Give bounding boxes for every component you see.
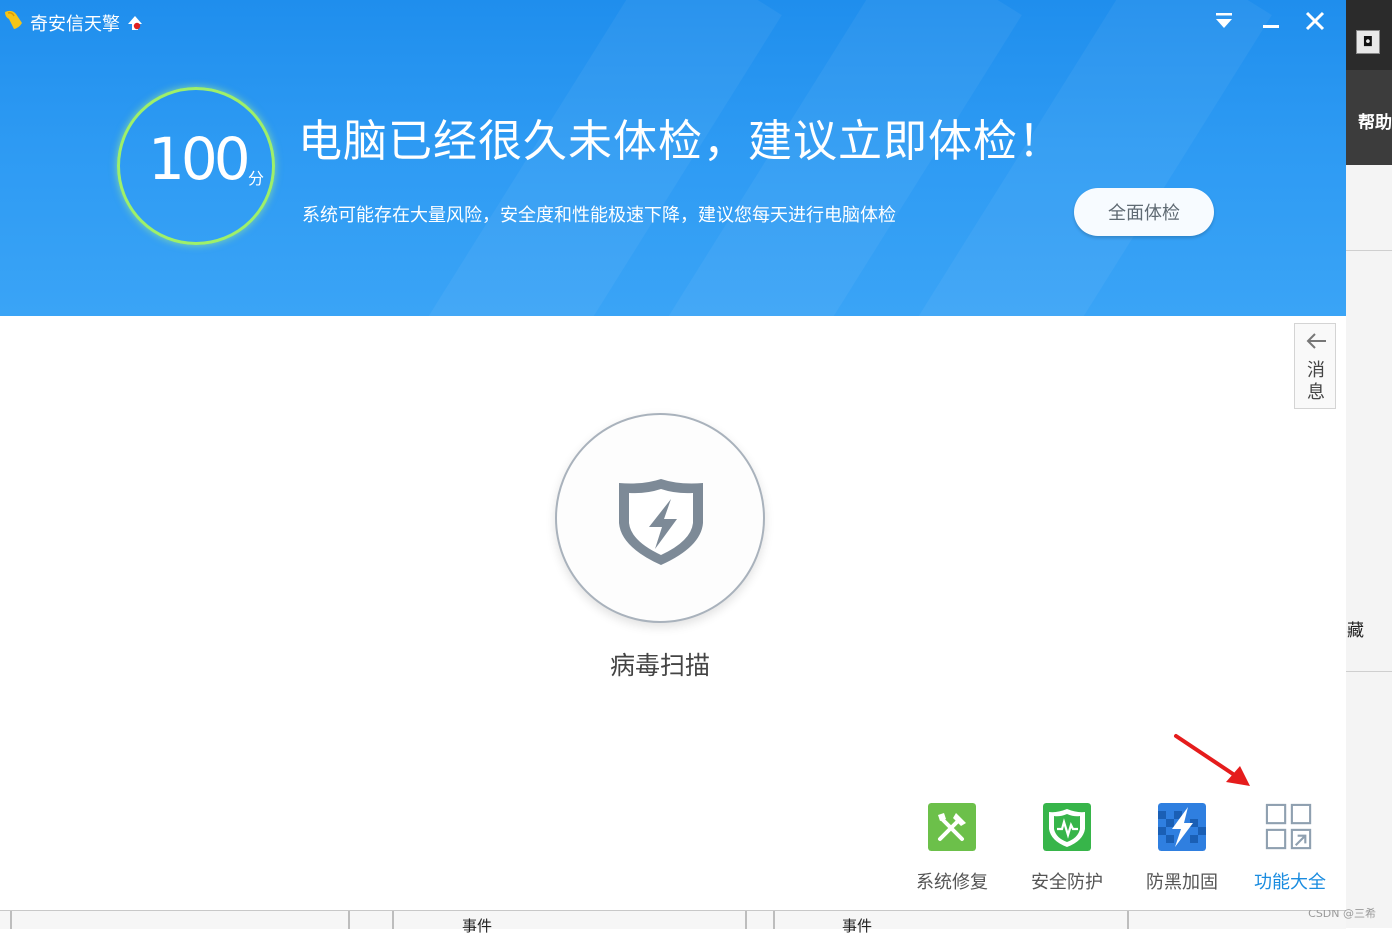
system-repair-label: 系统修复: [916, 872, 988, 893]
upgrade-icon[interactable]: [127, 15, 143, 31]
tools-icon: [928, 803, 976, 851]
background-panel: [1346, 250, 1392, 672]
shield-lightning-icon: [619, 479, 703, 565]
anti-hack-hardening-label: 防黑加固: [1146, 872, 1218, 893]
column-header[interactable]: 事件: [462, 915, 492, 936]
score-unit: 分: [248, 169, 265, 188]
header-banner: 奇安信天擎 100 分 电脑已经很久未体检，建议立即体检！ 系统可能存在大量风险…: [0, 0, 1346, 316]
column-header[interactable]: 事件: [842, 915, 872, 936]
grid-icon: [1265, 803, 1312, 850]
security-protection-button[interactable]: 安全防护: [1012, 803, 1122, 895]
column-divider: [1127, 911, 1129, 929]
close-icon: [1305, 11, 1325, 31]
column-divider: [745, 911, 747, 929]
app-logo-icon: [5, 10, 22, 29]
main-window: 奇安信天擎 100 分 电脑已经很久未体检，建议立即体检！ 系统可能存在大量风险…: [0, 0, 1346, 910]
security-protection-label: 安全防护: [1031, 872, 1103, 893]
message-tab[interactable]: 消息: [1294, 323, 1336, 409]
system-repair-button[interactable]: 系统修复: [897, 803, 1007, 895]
background-titlebar: ◘: [1346, 0, 1392, 70]
annotation-arrow-icon: [1174, 734, 1250, 786]
all-features-label: 功能大全: [1254, 872, 1326, 893]
status-subline: 系统可能存在大量风险，安全度和性能极速下降，建议您每天进行电脑体检: [302, 205, 896, 226]
arrow-left-icon: [1306, 333, 1326, 349]
all-features-button[interactable]: 功能大全: [1235, 803, 1345, 895]
status-headline: 电脑已经很久未体检，建议立即体检！: [298, 116, 1063, 167]
full-checkup-button[interactable]: 全面体检: [1074, 188, 1214, 236]
message-tab-label: 消息: [1307, 360, 1325, 403]
anti-hack-hardening-button[interactable]: 防黑加固: [1127, 803, 1237, 895]
menu-dropdown-button[interactable]: [1208, 6, 1240, 36]
window-title: 奇安信天擎: [30, 14, 120, 35]
lightning-icon: [1158, 803, 1206, 851]
background-window: ◘ 帮助 藏: [1346, 0, 1392, 928]
help-menu[interactable]: 帮助: [1346, 70, 1392, 165]
column-divider: [10, 911, 12, 929]
shield-pulse-icon: [1043, 803, 1091, 851]
column-divider: [392, 911, 394, 929]
dropdown-menu-icon: [1216, 13, 1232, 28]
minimize-icon: [1263, 25, 1279, 28]
column-divider: [773, 911, 775, 929]
maximize-button[interactable]: ◘: [1356, 30, 1380, 54]
background-table-header: 事件 事件: [0, 910, 1346, 935]
close-button[interactable]: [1299, 6, 1331, 36]
background-partial-label: 藏: [1347, 621, 1364, 641]
health-score: 100: [148, 125, 251, 193]
minimize-button[interactable]: [1255, 6, 1287, 36]
virus-scan-button[interactable]: [555, 413, 765, 623]
virus-scan-label: 病毒扫描: [609, 651, 710, 680]
column-divider: [348, 911, 350, 929]
